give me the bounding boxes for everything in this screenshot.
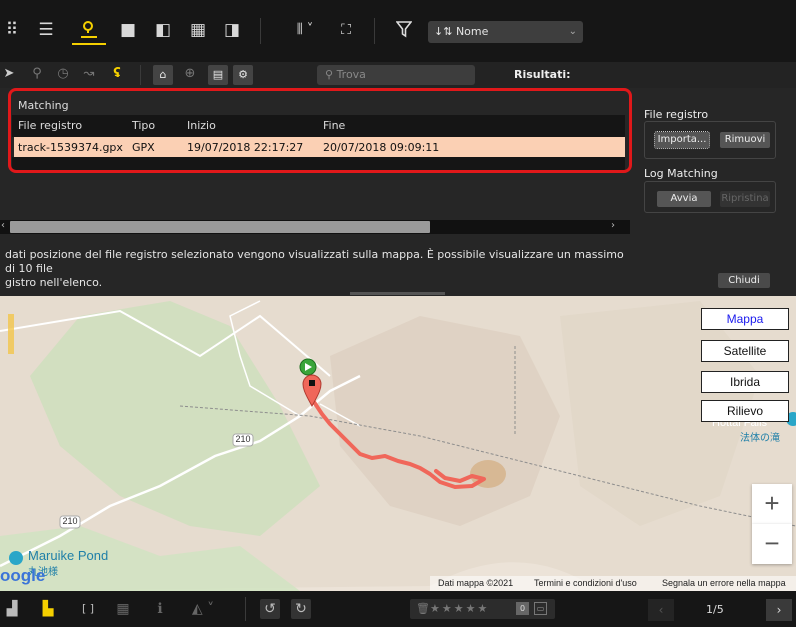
histogram-icon[interactable]: ◭ ˅ (183, 599, 223, 619)
top-toolbar: ⠿ ☰ ■ ◧ ▦ ◨ ⫼ ˅ ⛶ (0, 0, 796, 62)
page-indicator: 1/5 (706, 603, 724, 616)
clock-icon[interactable]: ◷ (54, 65, 72, 83)
panel-layout-icon[interactable]: ⫼ ˅ (288, 20, 322, 40)
panel-splitter[interactable] (350, 292, 445, 295)
info-icon[interactable]: ℹ (150, 599, 170, 619)
map-view-icon[interactable] (79, 20, 99, 40)
sort-select[interactable]: ↓⇅ Nome ⌄ (428, 21, 583, 43)
results-label: Risultati: (514, 68, 571, 81)
frame-icon[interactable]: [ ] (78, 599, 98, 619)
grid-icon[interactable]: ▦ (113, 599, 133, 619)
multi-view-icon[interactable]: ▦ (188, 20, 208, 40)
terms-link[interactable]: Termini e condizioni d'uso (534, 578, 637, 588)
prev-page-button[interactable]: ‹ (648, 599, 674, 621)
search-input[interactable]: ⚲ Trova (317, 65, 475, 85)
trash-icon[interactable]: 🗑 (416, 602, 430, 615)
google-logo[interactable]: oogle (0, 566, 45, 586)
scrollbar-thumb[interactable] (10, 221, 430, 233)
search-placeholder: Trova (336, 68, 366, 81)
sort-icon: ↓⇅ (434, 25, 453, 38)
fullscreen-icon[interactable]: ⛶ (336, 20, 356, 40)
info-text-line: gistro nell'elenco. (5, 276, 103, 289)
map-data-credit: Dati mappa ©2021 (438, 578, 514, 588)
pointer-icon[interactable]: ➤ (0, 65, 18, 83)
start-button[interactable]: Avvia (657, 191, 711, 207)
map-type-rilievo-button[interactable]: Rilievo (701, 400, 789, 422)
divider (140, 65, 141, 85)
crosshair-icon[interactable]: ⊕ (181, 65, 199, 83)
road-label: 210 (235, 434, 251, 444)
report-error-link[interactable]: Segnala un errore nella mappa (662, 578, 786, 588)
start-marker[interactable] (299, 358, 317, 376)
import-button[interactable]: Importa... (654, 131, 710, 149)
close-button[interactable]: Chiudi (718, 273, 770, 288)
scroll-left-icon[interactable]: ‹ (1, 220, 5, 231)
poi-right-label-jp: 法体の滝 (740, 433, 780, 444)
single-view-icon[interactable]: ■ (118, 20, 138, 40)
search-icon: ⚲ (325, 68, 334, 81)
compare-view-icon[interactable]: ◧ (153, 20, 173, 40)
map-view[interactable]: 210 210 Maruike Pond 丸池様 Hottai Falls 法体… (0, 296, 796, 591)
info-text: dati posizione del file registro selezio… (5, 248, 630, 290)
location-pin-icon[interactable]: ⚲ (28, 65, 46, 83)
divider (374, 18, 375, 44)
route-icon[interactable]: ↝ (80, 65, 98, 83)
next-page-button[interactable]: › (766, 599, 792, 621)
star-rating[interactable]: ★★★★★ (430, 602, 489, 615)
divider (260, 18, 261, 44)
reset-button[interactable]: Ripristina (720, 191, 770, 207)
active-tab-indicator (72, 43, 106, 45)
map-terrain (0, 296, 796, 591)
save-track-icon[interactable]: ▤ (208, 65, 228, 85)
rotate-left-icon[interactable]: ↺ (260, 599, 280, 619)
zoom-out-button[interactable]: − (752, 524, 792, 564)
track-log-icon[interactable]: ʢ (108, 65, 126, 83)
zoom-in-button[interactable]: + (752, 484, 792, 524)
gear-icon[interactable]: ⚙ (233, 65, 253, 85)
home-icon[interactable]: ⌂ (153, 65, 173, 85)
scroll-right-icon[interactable]: › (611, 220, 615, 231)
layers-icon[interactable]: ▟ (2, 599, 22, 619)
label-icon[interactable]: 0 (516, 602, 529, 615)
map-type-ibrida-button[interactable]: Ibrida (701, 371, 789, 393)
rotate-right-icon[interactable]: ↻ (291, 599, 311, 619)
map-footer: Dati mappa ©2021 Termini e condizioni d'… (430, 576, 796, 591)
stack-icon[interactable]: ▙ (38, 599, 58, 619)
divider (245, 597, 246, 621)
map-type-satellite-button[interactable]: Satellite (701, 340, 789, 362)
grid-view-icon[interactable]: ⠿ (2, 20, 22, 40)
poi-label[interactable]: Maruike Pond (28, 548, 108, 563)
remove-button[interactable]: Rimuovi (720, 132, 770, 148)
map-type-mappa-button[interactable]: Mappa (701, 308, 789, 330)
filter-icon[interactable] (394, 20, 414, 40)
road-label: 210 (62, 516, 78, 526)
chevron-down-icon: ⌄ (568, 26, 577, 37)
highlight-box (8, 88, 632, 173)
file-registro-title: File registro (644, 108, 709, 121)
protect-icon[interactable]: ▭ (534, 602, 547, 615)
info-text-line: dati posizione del file registro selezio… (5, 248, 624, 275)
list-view-icon[interactable]: ☰ (36, 20, 56, 40)
edit-view-icon[interactable]: ◨ (222, 20, 242, 40)
log-matching-title: Log Matching (644, 167, 718, 180)
pager: ‹ 1/5 › (648, 599, 792, 621)
sort-select-value: Nome (455, 25, 489, 38)
rating-bar: 🗑 ★★★★★ 0 ▭ (410, 599, 555, 619)
